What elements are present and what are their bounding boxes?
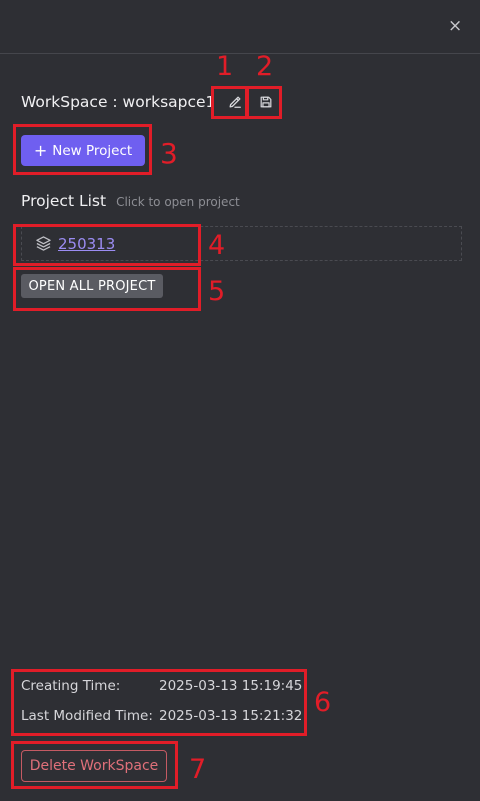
new-project-label: New Project	[52, 142, 133, 159]
project-list-hint: Click to open project	[116, 195, 240, 209]
workspace-panel: × WorkSpace : worksapce1 + New Project P…	[0, 0, 480, 801]
open-all-projects-button[interactable]: OPEN ALL PROJECT	[21, 274, 163, 298]
project-list-title: Project List	[21, 192, 107, 210]
annotation-number-7: 7	[189, 754, 207, 785]
pencil-icon	[229, 96, 242, 108]
project-list-heading: Project List Click to open project	[21, 192, 240, 210]
modified-time-value: 2025-03-13 15:21:32	[159, 708, 303, 724]
save-icon	[260, 96, 272, 108]
modified-time-row: Last Modified Time: 2025-03-13 15:21:32	[21, 708, 302, 724]
delete-workspace-button[interactable]: Delete WorkSpace	[21, 750, 167, 782]
workspace-title-row: WorkSpace : worksapce1	[21, 90, 280, 114]
layers-icon	[36, 236, 51, 251]
annotation-number-3: 3	[160, 137, 178, 170]
creating-time-label: Creating Time:	[21, 678, 121, 694]
close-icon[interactable]: ×	[448, 17, 462, 35]
project-link[interactable]: 250313	[58, 235, 115, 253]
workspace-title: WorkSpace : worksapce1	[21, 93, 216, 111]
annotation-number-2: 2	[256, 51, 274, 82]
panel-header: ×	[0, 0, 480, 54]
creating-time-row: Creating Time: 2025-03-13 15:19:45	[21, 678, 302, 694]
modified-time-label: Last Modified Time:	[21, 708, 153, 724]
creating-time-value: 2025-03-13 15:19:45	[159, 678, 303, 694]
annotation-number-1: 1	[216, 51, 234, 82]
project-list-item[interactable]: 250313	[21, 226, 462, 261]
annotation-number-5: 5	[208, 276, 226, 307]
new-project-button[interactable]: + New Project	[21, 135, 145, 166]
save-workspace-button[interactable]	[252, 90, 280, 114]
plus-icon: +	[33, 141, 48, 160]
annotation-number-6: 6	[314, 687, 332, 718]
edit-workspace-button[interactable]	[221, 90, 249, 114]
